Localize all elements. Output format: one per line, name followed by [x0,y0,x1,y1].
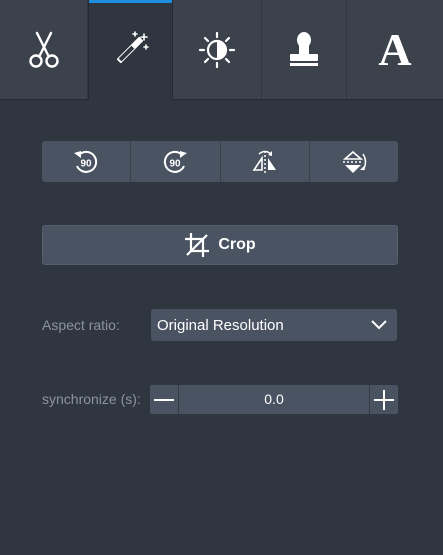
plus-icon [374,389,394,410]
text-icon: A [378,23,412,75]
rotate-left-90-button[interactable]: 90 [42,141,132,182]
flip-horizontal-button[interactable] [221,141,310,182]
rotate-right-90-icon: 90 [164,150,188,173]
chevron-down-icon [371,320,387,330]
rotate-right-label: 90 [170,158,182,169]
tool-tabbar: A [0,0,443,100]
synchronize-value[interactable]: 0.0 [179,385,369,414]
scissors-icon [28,31,59,68]
minus-icon [154,398,174,401]
rotate-flip-group: 90 90 [42,141,398,182]
flip-vertical-button[interactable] [310,141,398,182]
tab-effects[interactable] [88,0,173,100]
increment-button[interactable] [369,385,398,414]
decrement-button[interactable] [150,385,179,414]
tab-cut[interactable] [0,0,88,99]
stamp-icon [290,31,318,66]
crop-button[interactable]: Crop [42,225,398,265]
crop-icon [185,233,210,257]
synchronize-stepper: 0.0 [150,385,398,414]
tab-stamp[interactable] [262,0,347,99]
magic-wand-icon [116,31,149,64]
aspect-ratio-label: Aspect ratio: [42,317,120,333]
rotate-left-90-icon: 90 [74,150,98,173]
brightness-icon [198,31,236,68]
rotate-left-label: 90 [81,158,93,169]
synchronize-label: synchronize (s): [42,391,141,407]
crop-label: Crop [218,236,256,253]
rotate-right-90-button[interactable]: 90 [131,141,221,182]
tab-text[interactable]: A [347,0,443,99]
tab-adjust[interactable] [173,0,262,99]
flip-vertical-icon [342,150,367,173]
flip-horizontal-icon [252,150,276,174]
aspect-ratio-select[interactable]: Original Resolution [151,309,397,341]
aspect-ratio-value: Original Resolution [157,316,284,334]
